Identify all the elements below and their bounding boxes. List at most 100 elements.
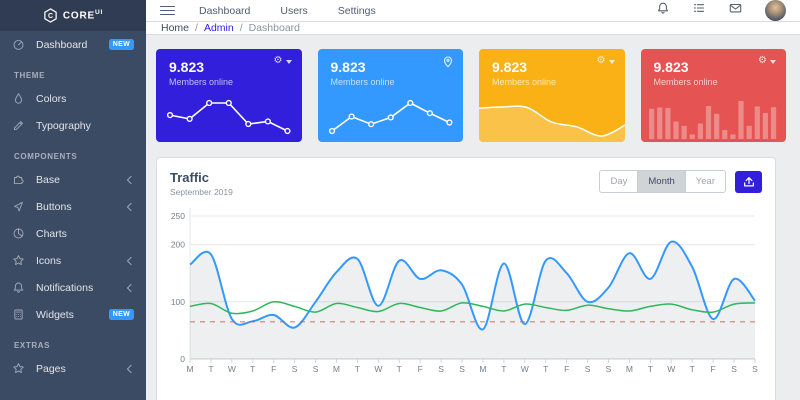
svg-text:M: M [626,364,633,374]
calculator-icon [12,308,36,321]
svg-text:T: T [501,364,506,374]
nav-users[interactable]: Users [280,5,307,17]
svg-text:S: S [606,364,612,374]
sidebar-item-widgets[interactable]: Widgets NEW [0,301,146,328]
top-header: Dashboard Users Settings [146,0,800,22]
svg-text:T: T [397,364,402,374]
sidebar-item-dashboard[interactable]: Dashboard NEW [0,31,146,58]
gear-icon: ⚙ [597,56,606,66]
nav-dashboard[interactable]: Dashboard [199,5,250,17]
cloud-upload-icon [743,176,755,188]
stat-label: Members online [654,77,787,87]
svg-text:M: M [186,364,193,374]
sidebar-item-icons[interactable]: Icons [0,247,146,274]
svg-text:T: T [543,364,548,374]
star-icon [12,254,36,267]
svg-text:F: F [711,364,716,374]
card-menu-button[interactable]: ⚙ [758,56,776,66]
sparkbar-chart [641,90,787,142]
sidebar-item-colors[interactable]: Colors [0,85,146,112]
svg-text:F: F [271,364,276,374]
svg-text:W: W [374,364,382,374]
card-menu-button[interactable]: ⚙ [597,56,615,66]
svg-text:S: S [438,364,444,374]
sidebar-item-base[interactable]: Base [0,166,146,193]
svg-text:S: S [313,364,319,374]
star-icon [12,362,36,375]
range-day-button[interactable]: Day [599,170,638,193]
download-button[interactable] [735,171,762,193]
svg-text:W: W [521,364,529,374]
stat-card-warning: ⚙ 9.823 Members online [479,49,625,142]
cursor-icon [12,200,36,213]
sidebar-item-charts[interactable]: Charts [0,220,146,247]
coreui-hexagon-icon: C [43,8,58,23]
svg-text:200: 200 [171,240,185,250]
sparkline-chart [318,90,464,142]
envelope-icon[interactable] [728,1,743,20]
range-year-button[interactable]: Year [686,170,726,193]
gear-icon: ⚙ [274,56,283,66]
svg-text:0: 0 [180,354,185,364]
svg-text:250: 250 [171,211,185,221]
svg-text:W: W [228,364,236,374]
traffic-subtitle: September 2019 [170,187,233,197]
svg-text:S: S [459,364,465,374]
svg-text:W: W [667,364,675,374]
svg-text:S: S [731,364,737,374]
stat-label: Members online [331,77,464,87]
svg-text:S: S [585,364,591,374]
sparkarea-chart [479,90,625,142]
brand-name: COREUI [63,9,103,21]
bell-icon [12,281,36,294]
main-column: Dashboard Users Settings Home / Admin / … [146,0,800,400]
breadcrumb-home[interactable]: Home [161,22,189,34]
stat-card-danger: ⚙ 9.823 Members online [641,49,787,142]
gear-icon: ⚙ [758,56,767,66]
svg-text:T: T [690,364,695,374]
svg-text:S: S [752,364,758,374]
stat-card-primary: ⚙ 9.823 Members online [156,49,302,142]
stat-label: Members online [169,77,302,87]
sidebar-item-notifications[interactable]: Notifications [0,274,146,301]
svg-text:T: T [250,364,255,374]
sidebar: C COREUI Dashboard NEW THEME Colors Typo… [0,0,146,400]
drop-icon [12,92,36,105]
new-badge: NEW [109,39,134,50]
caret-down-icon [770,60,776,64]
nav-settings[interactable]: Settings [338,5,376,17]
breadcrumb-current: Dashboard [249,22,300,34]
svg-text:T: T [355,364,360,374]
chevron-left-icon [127,283,135,291]
card-menu-button[interactable] [443,56,453,68]
range-month-button[interactable]: Month [638,170,685,193]
breadcrumb: Home / Admin / Dashboard [146,22,800,35]
chevron-left-icon [127,202,135,210]
sidebar-item-typography[interactable]: Typography [0,112,146,139]
list-icon[interactable] [692,1,706,20]
sidebar-section-extras: EXTRAS [0,328,146,355]
sidebar-section-components: COMPONENTS [0,139,146,166]
traffic-line-chart: 0100200250MTWTFSSMTWTFSSMTWTFSSMTWTFSS [170,202,764,374]
bell-icon[interactable] [656,1,670,20]
svg-text:M: M [479,364,486,374]
pencil-icon [12,119,36,132]
card-menu-button[interactable]: ⚙ [274,56,292,66]
location-pin-icon [443,56,453,68]
sidebar-item-buttons[interactable]: Buttons [0,193,146,220]
sidebar-toggle-icon[interactable] [160,3,175,18]
brand-logo[interactable]: C COREUI [0,0,146,31]
caret-down-icon [609,60,615,64]
svg-text:F: F [564,364,569,374]
sidebar-section-theme: THEME [0,58,146,85]
avatar[interactable] [765,0,786,21]
new-badge: NEW [109,309,134,320]
traffic-card: Traffic September 2019 Day Month Year [156,157,776,400]
chevron-left-icon [127,364,135,372]
svg-text:C: C [48,13,53,20]
breadcrumb-admin[interactable]: Admin [204,22,234,34]
stat-cards-row: ⚙ 9.823 Members online 9.823 Members onl… [156,49,786,142]
svg-text:F: F [418,364,423,374]
sparkline-chart [156,90,302,142]
sidebar-item-pages[interactable]: Pages [0,355,146,382]
